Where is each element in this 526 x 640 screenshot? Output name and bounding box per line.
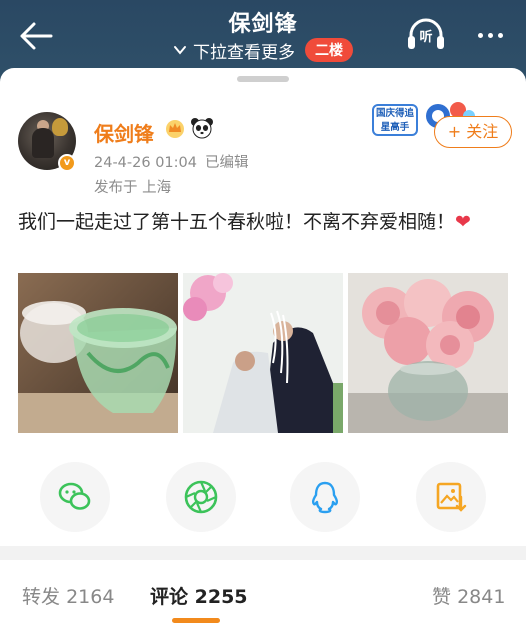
comment-count: 2255 [194,586,248,608]
glasses-photo[interactable] [18,273,178,433]
pull-down-hint[interactable]: 下拉查看更多 二楼 [0,38,526,63]
post-sheet: v 保剑锋 24-4-26 01:04 已编辑 发布于 上海 国庆得追星高手 + … [0,68,526,640]
listen-label: 听 [419,30,433,45]
wechat-icon [58,482,91,510]
more-options-button[interactable] [470,22,510,48]
couple-photo[interactable] [183,273,343,433]
post-text: 我们一起走过了第十五个春秋啦！不离不弃爱相随！❤ [18,208,488,237]
chevron-down-icon [174,46,186,55]
sheet-grabber[interactable] [237,76,289,82]
save-image-button[interactable] [416,462,486,532]
dot-icon [477,32,483,38]
verified-badge: v [58,154,76,172]
qq-icon [311,481,339,514]
share-moments-button[interactable] [166,462,236,532]
section-divider [0,546,526,560]
post-meta: 24-4-26 01:04 已编辑 [94,151,249,172]
active-tab-indicator [172,618,220,623]
pull-hint-text: 下拉查看更多 [193,42,295,63]
flowers-photo[interactable] [348,273,508,433]
dot-icon [487,32,493,38]
follow-button[interactable]: + 关注 [434,116,512,148]
repost-count: 2164 [66,586,115,608]
floor-badge[interactable]: 二楼 [305,38,353,62]
tab-comments[interactable]: 评论 2255 [150,582,248,609]
page-title: 保剑锋 [228,12,298,37]
share-wechat-button[interactable] [40,462,110,532]
author-name[interactable]: 保剑锋 [94,118,154,147]
share-qq-button[interactable] [290,462,360,532]
tab-likes[interactable]: 赞 2841 [432,582,505,609]
tab-repost[interactable]: 转发 2164 [22,582,114,609]
heart-emoji: ❤ [455,211,471,233]
flowers-image [348,273,508,433]
panda-icon [191,118,213,139]
save-image-icon [436,482,467,512]
moments-icon [184,480,218,514]
listen-button[interactable]: 听 [406,17,446,51]
post-body: 我们一起走过了第十五个春秋啦！不离不弃爱相随！ [18,211,456,233]
dot-icon [497,32,503,38]
crown-icon [166,120,184,138]
glasses-image [18,273,178,433]
post-location: 发布于 上海 [94,180,172,196]
like-count: 2841 [457,586,506,608]
couple-image [183,273,343,433]
edited-label[interactable]: 已编辑 [205,155,249,171]
post-timestamp: 24-4-26 01:04 [94,155,197,171]
